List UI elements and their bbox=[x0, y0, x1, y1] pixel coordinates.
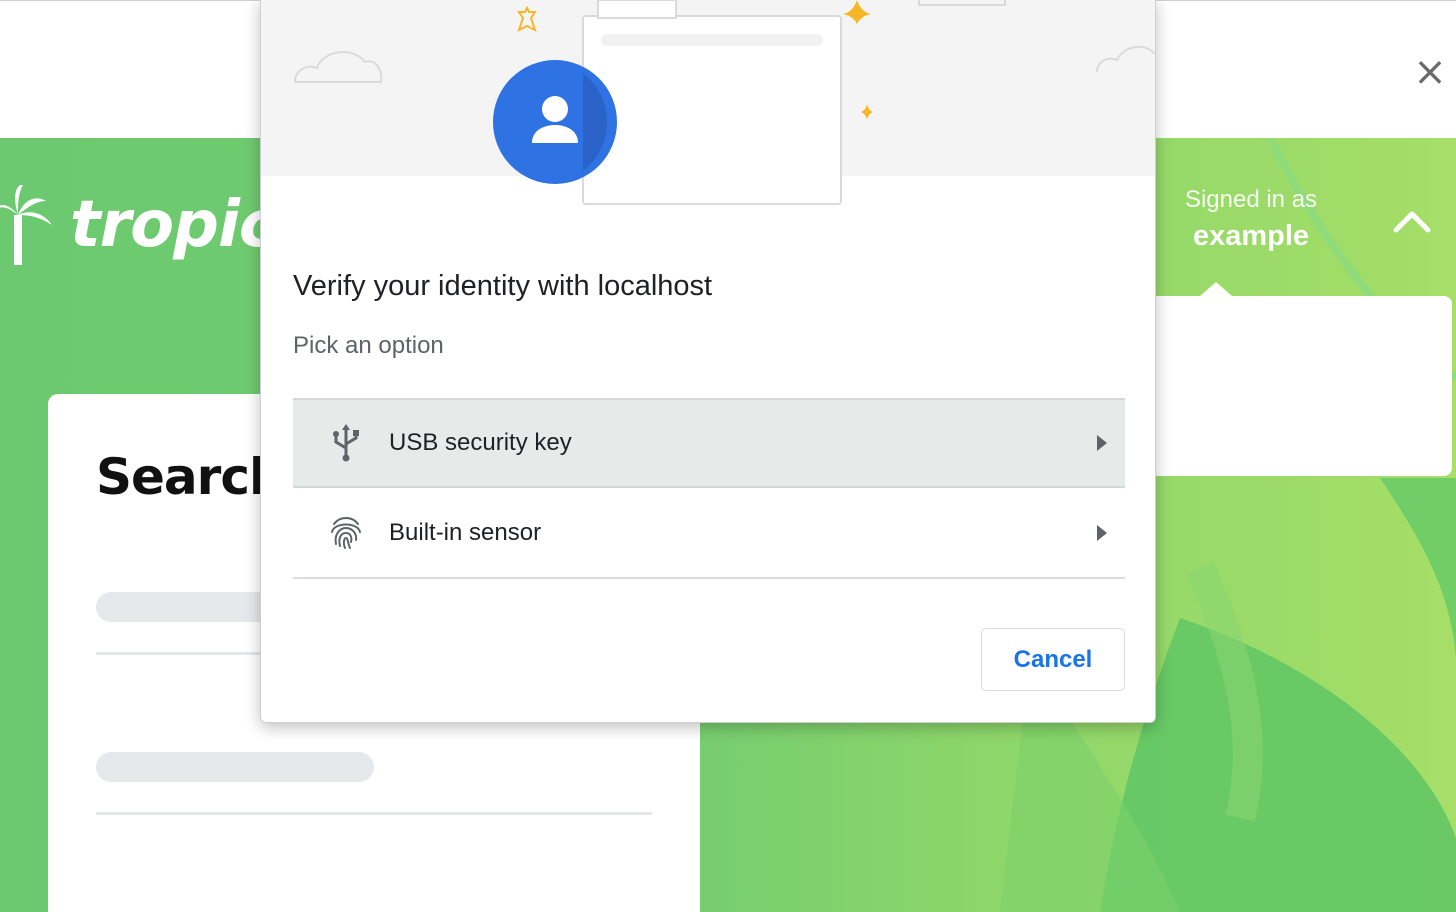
skeleton-field bbox=[96, 752, 374, 782]
field-underline bbox=[96, 812, 652, 815]
arrow-right-icon bbox=[1097, 525, 1107, 541]
close-icon[interactable]: × bbox=[1410, 52, 1450, 92]
username: example bbox=[1192, 220, 1310, 252]
option-label: Built-in sensor bbox=[389, 519, 542, 546]
usb-icon bbox=[319, 423, 373, 463]
cancel-button[interactable]: Cancel bbox=[981, 628, 1125, 691]
dialog-illustration bbox=[261, 0, 1155, 205]
palm-tree-icon bbox=[0, 185, 52, 265]
chevron-up-icon[interactable] bbox=[1392, 210, 1432, 234]
illustration-art bbox=[293, 0, 1155, 205]
fingerprint-icon bbox=[319, 513, 373, 553]
option-label: USB security key bbox=[389, 429, 572, 456]
verify-identity-dialog: Verify your identity with localhost Pick… bbox=[260, 0, 1156, 723]
option-usb-security-key[interactable]: USB security key bbox=[293, 398, 1125, 488]
arrow-right-icon bbox=[1097, 435, 1107, 451]
dialog-subtitle: Pick an option bbox=[293, 332, 444, 359]
signed-in-info: Signed in as example bbox=[1158, 186, 1344, 253]
option-built-in-sensor[interactable]: Built-in sensor bbox=[293, 489, 1125, 579]
card-title: Search bbox=[96, 448, 285, 506]
user-menu-caret bbox=[1200, 282, 1232, 296]
user-menu-popover bbox=[1150, 296, 1452, 476]
signed-in-label: Signed in as bbox=[1184, 186, 1318, 213]
dialog-title: Verify your identity with localhost bbox=[293, 270, 713, 302]
avatar-icon bbox=[493, 60, 617, 184]
